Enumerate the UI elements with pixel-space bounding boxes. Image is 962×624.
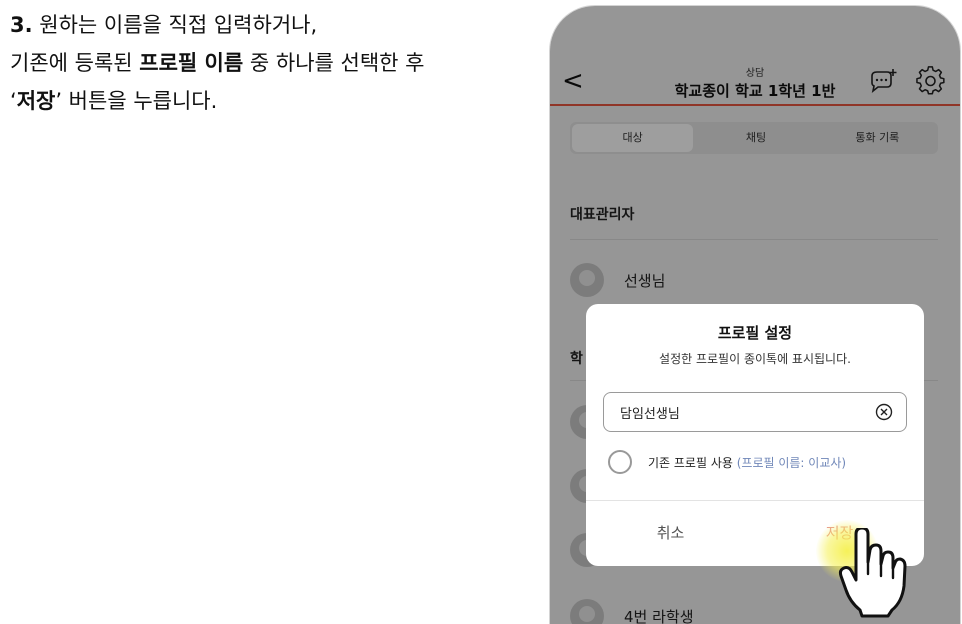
cancel-button[interactable]: 취소 [586,500,755,566]
instruction-line-3: ‘저장’ 버튼을 누릅니다. [10,89,218,113]
existing-profile-label[interactable]: 기존 프로필 사용 (프로필 이름: 이교사) [648,454,846,471]
instruction-line-1: 3. 원하는 이름을 직접 입력하거나, [10,13,318,37]
dialog-title: 프로필 설정 [717,324,793,342]
existing-profile-hint: (프로필 이름: 이교사) [736,456,847,470]
existing-profile-radio[interactable] [608,450,632,474]
hand-pointer-icon [838,528,907,618]
instruction-text: 3. 원하는 이름을 직접 입력하거나, 기존에 등록된 프로필 이름 중 하나… [10,6,530,120]
dialog-description: 설정한 프로필이 종이톡에 표시됩니다. [659,352,851,366]
profile-name-input[interactable] [603,392,907,432]
profile-settings-dialog: 프로필 설정 설정한 프로필이 종이톡에 표시됩니다. 기존 프로필 사용 (프… [586,304,924,566]
clear-circle-icon[interactable] [874,402,894,422]
instruction-line-2: 기존에 등록된 프로필 이름 중 하나를 선택한 후 [10,51,425,75]
